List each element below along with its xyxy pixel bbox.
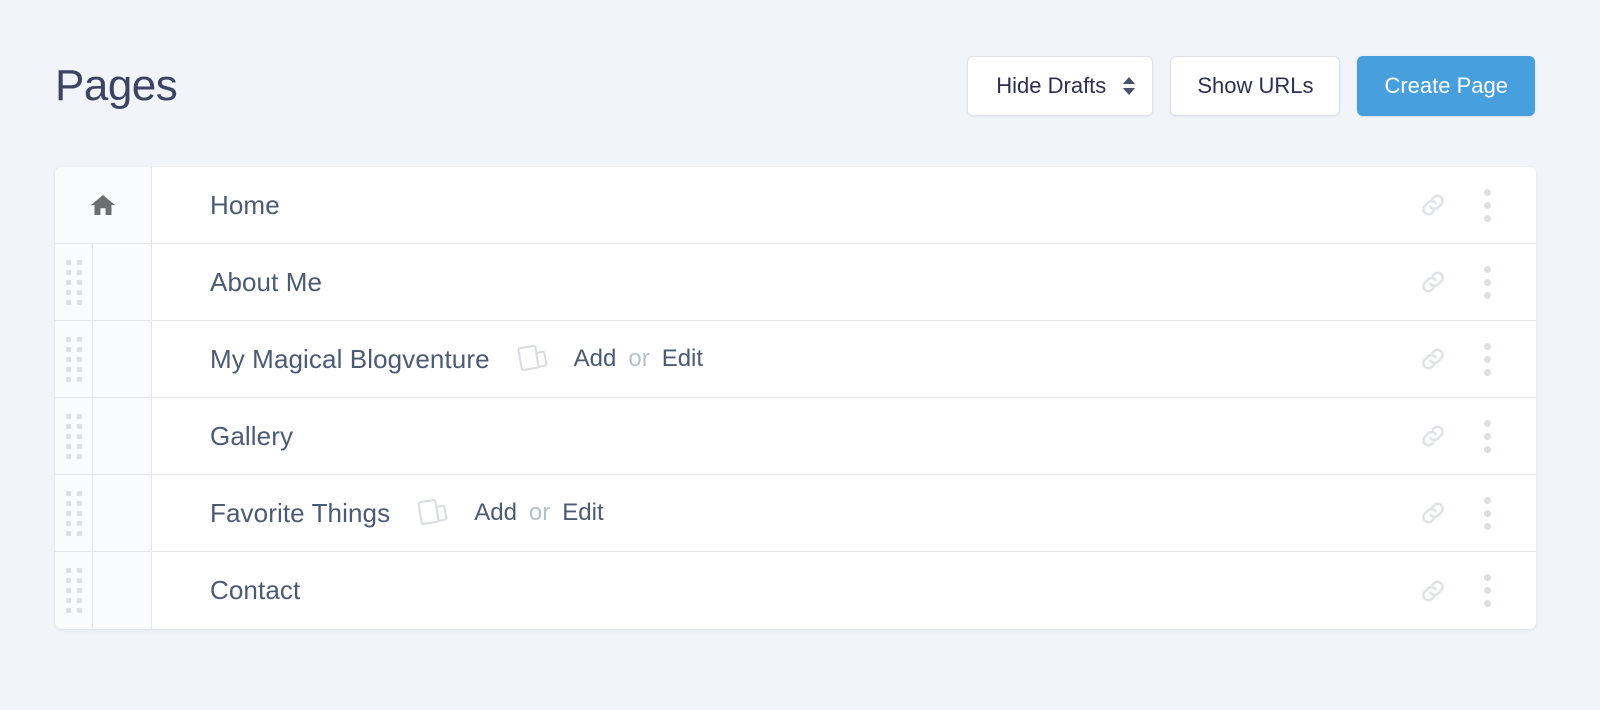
drag-dots-icon bbox=[66, 491, 82, 536]
blog-actions: Add or Edit bbox=[516, 343, 703, 375]
drag-handle[interactable] bbox=[55, 552, 93, 629]
more-dots bbox=[1484, 497, 1491, 530]
page-title: Pages bbox=[55, 64, 177, 108]
blog-add-link[interactable]: Add bbox=[574, 345, 617, 373]
drag-dots-icon bbox=[66, 568, 82, 613]
table-row: My Magical Blogventure Add or Edit bbox=[55, 321, 1536, 398]
page-name: Favorite Things bbox=[210, 498, 390, 529]
link-icon[interactable] bbox=[1406, 486, 1460, 540]
more-dots bbox=[1484, 343, 1491, 376]
drag-dots-icon bbox=[66, 414, 82, 459]
row-icon-cell bbox=[93, 552, 152, 629]
row-icon-cell bbox=[93, 475, 152, 551]
page-name: Home bbox=[210, 190, 280, 221]
row-icon-cell bbox=[93, 321, 152, 397]
row-main-cell: Gallery bbox=[152, 398, 1406, 474]
row-main-cell: My Magical Blogventure Add or Edit bbox=[152, 321, 1406, 397]
page-name: My Magical Blogventure bbox=[210, 344, 490, 375]
blog-add-link[interactable]: Add bbox=[474, 499, 517, 527]
page-header: Pages Hide Drafts Show URLs Create Page bbox=[55, 46, 1535, 126]
page-name: Gallery bbox=[210, 421, 293, 452]
page-name: About Me bbox=[210, 267, 322, 298]
link-icon[interactable] bbox=[1406, 409, 1460, 463]
home-indicator-cell bbox=[55, 167, 152, 243]
more-vertical-icon[interactable] bbox=[1460, 564, 1514, 618]
drag-handle[interactable] bbox=[55, 475, 93, 551]
drag-handle[interactable] bbox=[55, 398, 93, 474]
link-icon[interactable] bbox=[1406, 332, 1460, 386]
link-icon[interactable] bbox=[1406, 255, 1460, 309]
blog-edit-link[interactable]: Edit bbox=[662, 345, 703, 373]
pages-screen: Pages Hide Drafts Show URLs Create Page … bbox=[0, 0, 1600, 710]
table-row: Gallery bbox=[55, 398, 1536, 475]
drag-handle[interactable] bbox=[55, 244, 93, 320]
blog-or-label: or bbox=[529, 499, 550, 527]
blog-or-label: or bbox=[628, 345, 649, 373]
page-name: Contact bbox=[210, 575, 300, 606]
table-row: Home bbox=[55, 167, 1536, 244]
more-vertical-icon[interactable] bbox=[1460, 409, 1514, 463]
row-actions bbox=[1406, 398, 1536, 474]
more-dots bbox=[1484, 189, 1491, 222]
row-main-cell: About Me bbox=[152, 244, 1406, 320]
pages-table: Home bbox=[55, 167, 1536, 629]
more-dots bbox=[1484, 574, 1491, 607]
create-page-button[interactable]: Create Page bbox=[1357, 56, 1535, 116]
more-vertical-icon[interactable] bbox=[1460, 486, 1514, 540]
blog-edit-link[interactable]: Edit bbox=[562, 499, 603, 527]
more-vertical-icon[interactable] bbox=[1460, 332, 1514, 386]
more-dots bbox=[1484, 420, 1491, 453]
row-main-cell: Home bbox=[152, 167, 1406, 243]
hide-drafts-select-value: Hide Drafts bbox=[996, 73, 1106, 99]
drag-dots-icon bbox=[66, 337, 82, 382]
row-icon-cell bbox=[93, 244, 152, 320]
table-row: About Me bbox=[55, 244, 1536, 321]
row-main-cell: Favorite Things Add or Edit bbox=[152, 475, 1406, 551]
link-icon[interactable] bbox=[1406, 564, 1460, 618]
pages-stack-icon bbox=[416, 497, 450, 529]
row-actions bbox=[1406, 321, 1536, 397]
more-dots bbox=[1484, 266, 1491, 299]
drag-dots-icon bbox=[66, 260, 82, 305]
row-main-cell: Contact bbox=[152, 552, 1406, 629]
table-row: Contact bbox=[55, 552, 1536, 629]
row-actions bbox=[1406, 552, 1536, 629]
more-vertical-icon[interactable] bbox=[1460, 255, 1514, 309]
header-actions: Hide Drafts Show URLs Create Page bbox=[967, 56, 1535, 116]
home-icon bbox=[90, 193, 116, 217]
pages-stack-icon bbox=[516, 343, 550, 375]
row-actions bbox=[1406, 475, 1536, 551]
link-icon[interactable] bbox=[1406, 178, 1460, 232]
drag-handle[interactable] bbox=[55, 321, 93, 397]
row-actions bbox=[1406, 167, 1536, 243]
stepper-updown-icon bbox=[1122, 77, 1136, 95]
row-actions bbox=[1406, 244, 1536, 320]
table-row: Favorite Things Add or Edit bbox=[55, 475, 1536, 552]
blog-actions: Add or Edit bbox=[416, 497, 603, 529]
more-vertical-icon[interactable] bbox=[1460, 178, 1514, 232]
show-urls-button[interactable]: Show URLs bbox=[1170, 56, 1340, 116]
row-icon-cell bbox=[93, 398, 152, 474]
hide-drafts-select[interactable]: Hide Drafts bbox=[967, 56, 1153, 116]
